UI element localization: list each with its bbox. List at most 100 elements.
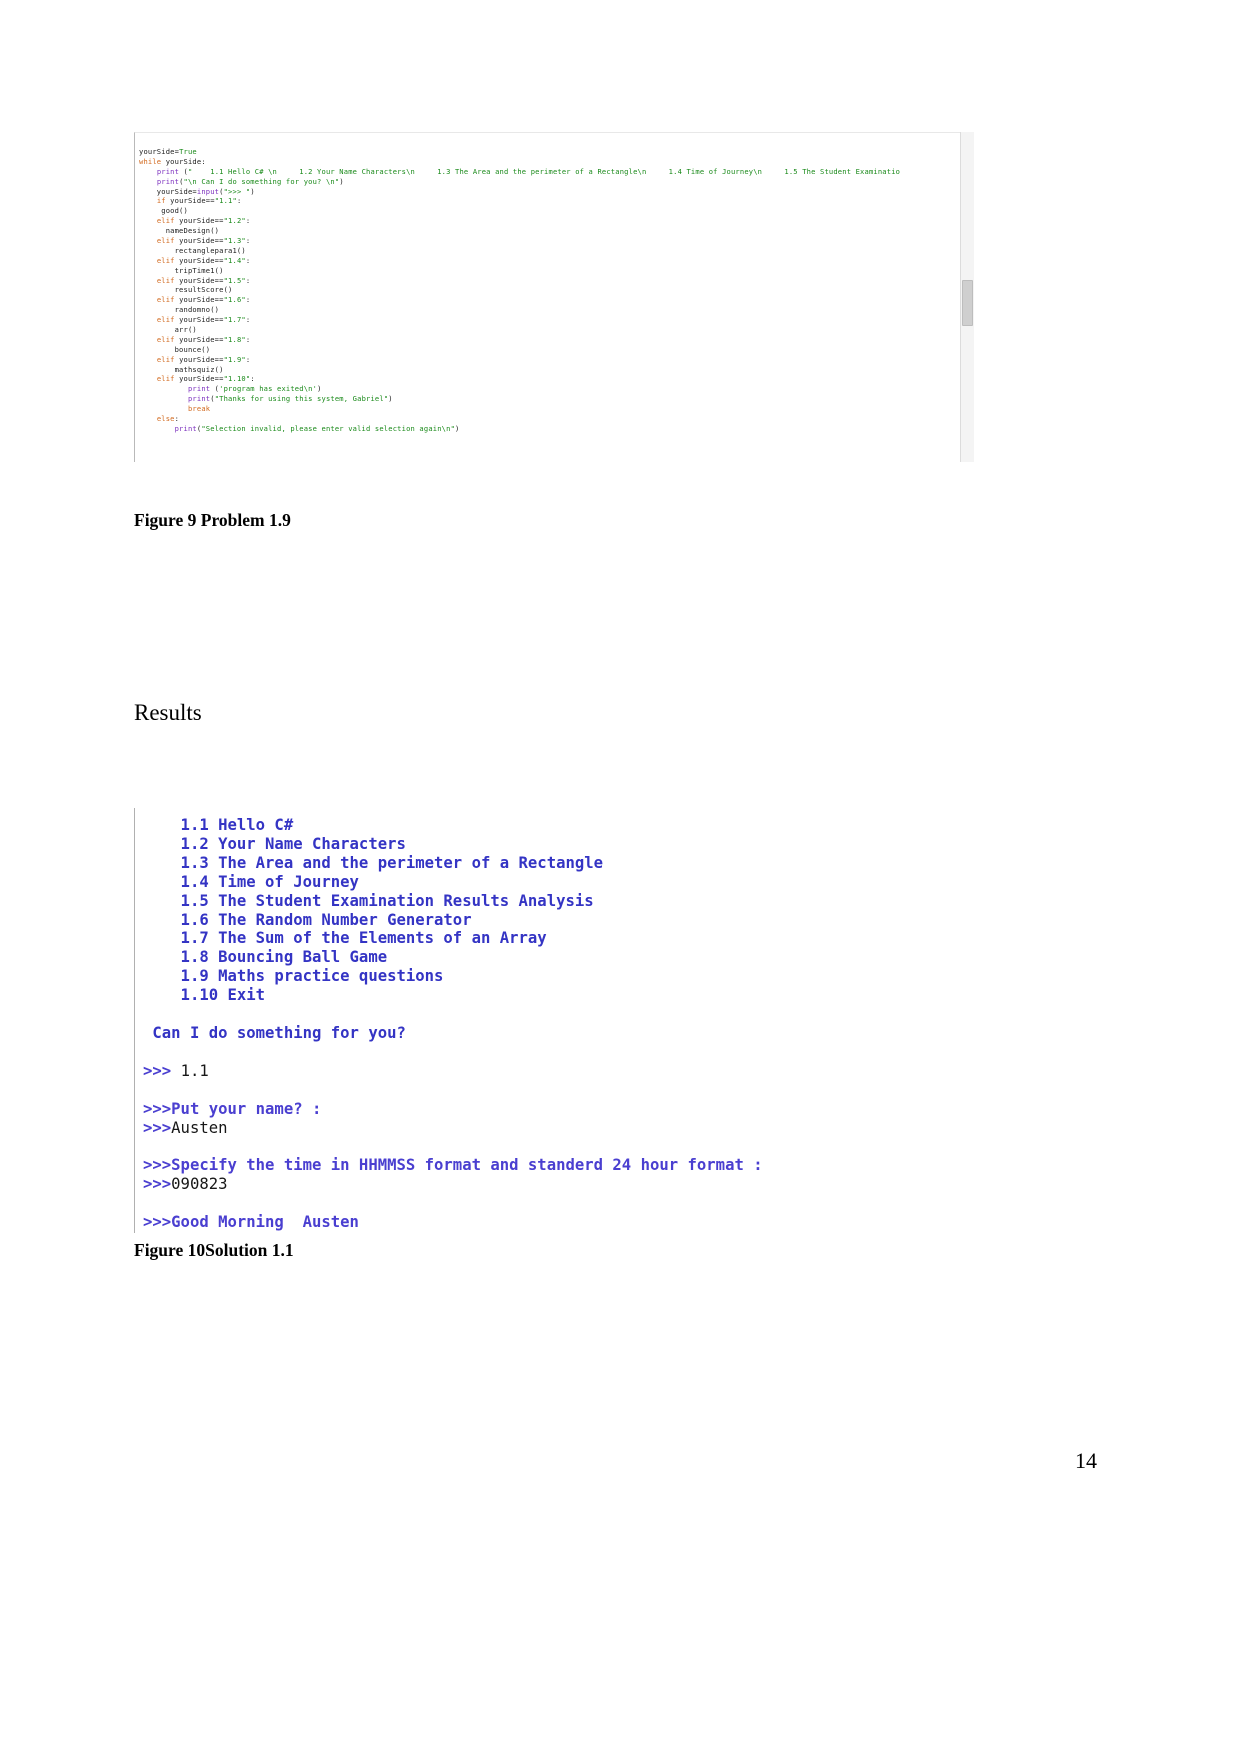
text-token: 1.8 Bouncing Ball Game [143, 948, 388, 967]
text-token: ( [210, 384, 220, 394]
code-line: resultScore() [139, 285, 974, 295]
text-token: True [179, 147, 197, 156]
text-token: randomno() [139, 305, 220, 315]
text-token: "1.3" [223, 236, 246, 246]
text-token: elif [156, 236, 175, 246]
code-line: print("Thanks for using this system, Gab… [139, 394, 974, 404]
text-token: print [174, 423, 197, 433]
text-token: yourSide= [139, 147, 180, 156]
code-line: if yourSide=="1.1": [139, 196, 974, 206]
code-line: tripTime1() [139, 266, 974, 276]
text-token: 1.9 Maths practice questions [143, 967, 444, 986]
text-token: "1.7" [223, 315, 246, 325]
text-token: else [156, 414, 175, 424]
code-line: yourSide=input(">>> ") [139, 187, 974, 197]
text-token: >>> [143, 1061, 181, 1080]
output-line: 1.7 The Sum of the Elements of an Array [143, 929, 934, 948]
text-token: ) [317, 384, 322, 394]
scrollbar-thumb[interactable] [962, 280, 973, 326]
text-token: >>> [143, 1175, 172, 1194]
text-token: yourSide== [174, 236, 224, 246]
code-line: elif yourSide=="1.2": [139, 216, 974, 226]
text-token: ">>> " [223, 186, 251, 196]
output-line: >>>Austen [143, 1119, 934, 1138]
text-token: elif [156, 295, 175, 305]
code-line: good() [139, 206, 974, 216]
text-token: 'program has exited\n' [219, 384, 318, 394]
console-output-text: 1.1 Hello C# 1.2 Your Name Characters 1.… [135, 808, 934, 1232]
figure-10-output-screenshot: 1.1 Hello C# 1.2 Your Name Characters 1.… [134, 808, 934, 1233]
output-line: >>>Put your name? : [143, 1100, 934, 1119]
text-token: "1.10" [223, 374, 251, 384]
text-token: tripTime1() [139, 265, 224, 275]
output-line: >>>090823 [143, 1175, 934, 1194]
text-token: resultScore() [139, 285, 233, 295]
python-source-code: yourSide=True while yourSide: print (" 1.… [135, 133, 974, 434]
text-token: elif [156, 216, 175, 226]
text-token: yourSide= [139, 186, 197, 196]
text-token: yourSide: [161, 156, 206, 166]
code-line: print("Selection invalid, please enter v… [139, 424, 974, 434]
text-token: elif [156, 315, 175, 325]
code-line: elif yourSide=="1.10": [139, 374, 974, 384]
text-token: print [156, 176, 180, 186]
text-token: input [196, 186, 220, 196]
output-line: 1.5 The Student Examination Results Anal… [143, 892, 934, 911]
text-token: elif [156, 334, 175, 344]
code-line: bounce() [139, 345, 974, 355]
text-token: "Thanks for using this system, Gabriel" [214, 394, 389, 404]
output-line: >>>Specify the time in HHMMSS format and… [143, 1156, 934, 1175]
text-token: Austen [171, 1118, 228, 1137]
text-token: 1.10 Exit [143, 986, 266, 1005]
code-line: nameDesign() [139, 226, 974, 236]
code-vertical-scrollbar[interactable] [960, 132, 974, 462]
code-line: print (" 1.1 Hello C# \n 1.2 Your Name C… [139, 167, 974, 177]
text-token: >>>Put your name? : [143, 1099, 322, 1118]
figure-9-code-screenshot: yourSide=True while yourSide: print (" 1.… [134, 132, 974, 462]
code-editor-pane: yourSide=True while yourSide: print (" 1.… [134, 132, 974, 462]
text-token: elif [156, 374, 175, 384]
text-token: elif [156, 255, 175, 265]
text-token: 1.3 The Area and the perimeter of a Rect… [143, 853, 604, 872]
text-token: : [245, 315, 251, 325]
text-token: yourSide== [174, 334, 224, 344]
text-token: : [236, 196, 242, 206]
output-line: 1.10 Exit [143, 986, 934, 1005]
text-token: break [187, 404, 211, 414]
text-token: "\n Can I do something for you? \n" [183, 176, 340, 186]
text-token: mathsquiz() [139, 364, 224, 374]
text-token: : [245, 216, 251, 226]
text-token: 1.6 The Random Number Generator [143, 910, 472, 929]
text-token: "1.5" [223, 275, 246, 285]
text-token: nameDesign() [139, 226, 220, 236]
text-token: ) [388, 394, 393, 404]
text-token: if [156, 196, 166, 206]
text-token: yourSide== [165, 196, 215, 206]
text-token: Can I do something for you? [143, 1023, 406, 1042]
text-token: 1.1 Hello C# [143, 816, 294, 834]
text-token: yourSide== [174, 354, 224, 364]
text-token: elif [156, 275, 175, 285]
output-line: 1.9 Maths practice questions [143, 967, 934, 986]
text-token: "Selection invalid, please enter valid s… [201, 423, 456, 433]
text-token: : [174, 414, 180, 424]
text-token: print [156, 166, 180, 176]
text-token: "1.4" [223, 255, 246, 265]
output-line: >>>Good Morning Austen [143, 1213, 934, 1232]
text-token: 1.1 [180, 1061, 209, 1080]
figure-9-caption: Figure 9 Problem 1.9 [134, 510, 291, 530]
